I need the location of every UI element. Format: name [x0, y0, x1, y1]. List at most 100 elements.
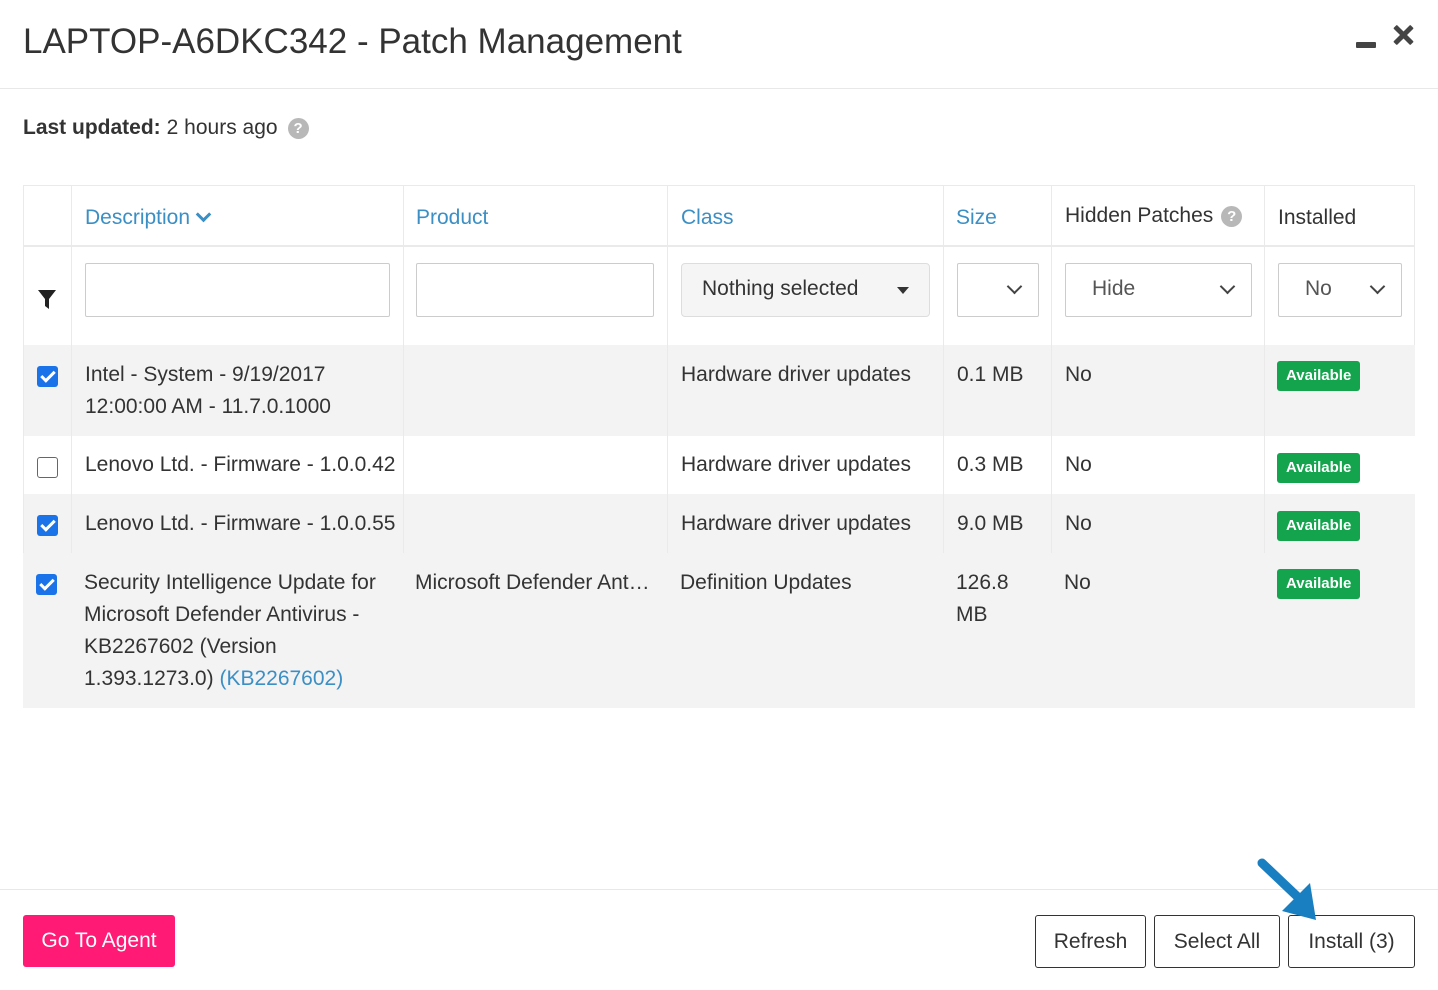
- annotation-arrow-icon: [1257, 858, 1316, 920]
- size-filter-cell: [943, 247, 1051, 345]
- minimize-icon[interactable]: [1356, 42, 1376, 48]
- column-header-installed: Installed: [1264, 186, 1415, 245]
- refresh-button[interactable]: Refresh: [1035, 915, 1146, 968]
- hidden-cell: No: [1051, 436, 1264, 494]
- table-header-row: Description Product Class Size Hidden Pa…: [23, 185, 1415, 247]
- table-row: Lenovo Ltd. - Firmware - 1.0.0.55 Hardwa…: [23, 494, 1415, 553]
- class-text: Definition Updates: [680, 571, 852, 594]
- status-badge: Available: [1277, 453, 1361, 483]
- last-updated: Last updated: 2 hours ago ?: [23, 116, 309, 140]
- hidden-text: No: [1065, 453, 1092, 476]
- column-header-size-label: Size: [956, 206, 997, 229]
- class-text: Hardware driver updates: [681, 512, 911, 535]
- dialog-footer: Go To Agent Refresh Select All Install (…: [0, 889, 1438, 990]
- filter-row: Nothing selected Hide No: [23, 247, 1415, 345]
- row-checkbox[interactable]: [37, 515, 58, 536]
- row-checkbox[interactable]: [37, 457, 58, 478]
- kb-article-link[interactable]: (KB2267602): [219, 667, 343, 690]
- size-cell: 126.8 MB: [943, 553, 1051, 708]
- column-header-product[interactable]: Product: [403, 186, 667, 245]
- row-checkbox[interactable]: [36, 574, 57, 595]
- row-checkbox[interactable]: [37, 366, 58, 387]
- hidden-filter-cell: Hide: [1051, 247, 1264, 345]
- filter-icon: [38, 290, 56, 309]
- size-text: 0.3 MB: [957, 453, 1024, 476]
- description-text-line: Microsoft Defender Antivirus -: [84, 603, 360, 626]
- size-text: 0.1 MB: [957, 363, 1024, 386]
- filter-cell: [23, 247, 71, 345]
- hidden-text: No: [1064, 571, 1091, 594]
- product-cell: [403, 345, 667, 436]
- description-text-line: Security Intelligence Update for: [84, 571, 376, 594]
- column-header-hidden-patches: Hidden Patches ?: [1051, 186, 1264, 245]
- product-filter-input[interactable]: [416, 263, 654, 317]
- installed-filter-cell: No: [1264, 247, 1415, 345]
- chevron-down-icon: [1006, 278, 1023, 295]
- size-text: 9.0 MB: [957, 512, 1024, 535]
- caret-down-icon: [897, 287, 909, 294]
- chevron-down-icon: [1219, 278, 1236, 295]
- table-row: Lenovo Ltd. - Firmware - 1.0.0.42 Hardwa…: [23, 436, 1415, 494]
- description-text: Lenovo Ltd. - Firmware - 1.0.0.42: [85, 453, 396, 476]
- size-cell: 0.3 MB: [943, 436, 1051, 494]
- last-updated-label: Last updated:: [23, 116, 161, 139]
- go-to-agent-button[interactable]: Go To Agent: [23, 915, 175, 967]
- class-filter-select[interactable]: Nothing selected: [681, 263, 930, 317]
- description-text-line: 1.393.1273.0): [84, 667, 214, 690]
- description-text-line: 12:00:00 AM - 11.7.0.1000: [85, 395, 331, 418]
- help-icon[interactable]: ?: [287, 117, 309, 139]
- close-icon[interactable]: [1392, 24, 1414, 46]
- hidden-text: No: [1065, 363, 1092, 386]
- installed-filter-select[interactable]: No: [1278, 263, 1402, 317]
- description-cell: Lenovo Ltd. - Firmware - 1.0.0.42: [71, 436, 403, 494]
- description-cell: Security Intelligence Update for Microso…: [71, 553, 403, 708]
- description-filter-cell: [71, 247, 403, 345]
- hidden-patches-filter-value: Hide: [1092, 277, 1136, 300]
- class-filter-value: Nothing selected: [702, 277, 859, 300]
- size-text-line: 126.8: [956, 571, 1009, 594]
- chevron-down-icon: [1369, 278, 1386, 295]
- product-cell: Microsoft Defender Ant…: [403, 553, 667, 708]
- class-cell: Hardware driver updates: [667, 436, 943, 494]
- class-text: Hardware driver updates: [681, 363, 911, 386]
- row-select-cell: [23, 494, 71, 553]
- hidden-patches-help-icon[interactable]: ?: [1221, 205, 1243, 227]
- column-header-class[interactable]: Class: [667, 186, 943, 245]
- column-header-installed-label: Installed: [1278, 206, 1357, 229]
- description-text: Lenovo Ltd. - Firmware - 1.0.0.55: [85, 512, 396, 535]
- hidden-cell: No: [1051, 553, 1264, 708]
- dialog-header: LAPTOP-A6DKC342 - Patch Management: [0, 0, 1438, 89]
- column-header-description-label: Description: [85, 206, 191, 229]
- dialog-title: LAPTOP-A6DKC342 - Patch Management: [23, 22, 682, 61]
- column-header-description[interactable]: Description: [71, 186, 403, 245]
- class-text: Hardware driver updates: [681, 453, 911, 476]
- class-cell: Hardware driver updates: [667, 345, 943, 436]
- description-filter-input[interactable]: [85, 263, 390, 317]
- class-cell: Definition Updates: [667, 553, 943, 708]
- description-cell: Lenovo Ltd. - Firmware - 1.0.0.55: [71, 494, 403, 553]
- description-text-line: Intel - System - 9/19/2017: [85, 363, 326, 386]
- row-select-cell: [23, 553, 71, 708]
- description-cell: Intel - System - 9/19/2017 12:00:00 AM -…: [71, 345, 403, 436]
- status-badge: Available: [1277, 511, 1361, 541]
- table-row: Security Intelligence Update for Microso…: [23, 553, 1415, 708]
- product-cell: [403, 494, 667, 553]
- last-updated-value: 2 hours ago: [166, 116, 278, 139]
- product-filter-cell: [403, 247, 667, 345]
- table-row: Intel - System - 9/19/2017 12:00:00 AM -…: [23, 345, 1415, 436]
- status-badge: Available: [1277, 361, 1361, 391]
- column-header-product-label: Product: [416, 206, 489, 229]
- select-column-header: [23, 186, 71, 245]
- installed-filter-value: No: [1305, 277, 1332, 300]
- description-text-line: KB2267602 (Version: [84, 635, 277, 658]
- class-filter-cell: Nothing selected: [667, 247, 943, 345]
- column-header-class-label: Class: [681, 206, 734, 229]
- column-header-hidden-patches-label: Hidden Patches: [1065, 204, 1214, 227]
- size-filter-select[interactable]: [957, 263, 1039, 317]
- column-header-size[interactable]: Size: [943, 186, 1051, 245]
- size-text-line: MB: [956, 603, 988, 626]
- hidden-patches-filter-select[interactable]: Hide: [1065, 263, 1252, 317]
- row-select-cell: [23, 345, 71, 436]
- size-cell: 0.1 MB: [943, 345, 1051, 436]
- row-select-cell: [23, 436, 71, 494]
